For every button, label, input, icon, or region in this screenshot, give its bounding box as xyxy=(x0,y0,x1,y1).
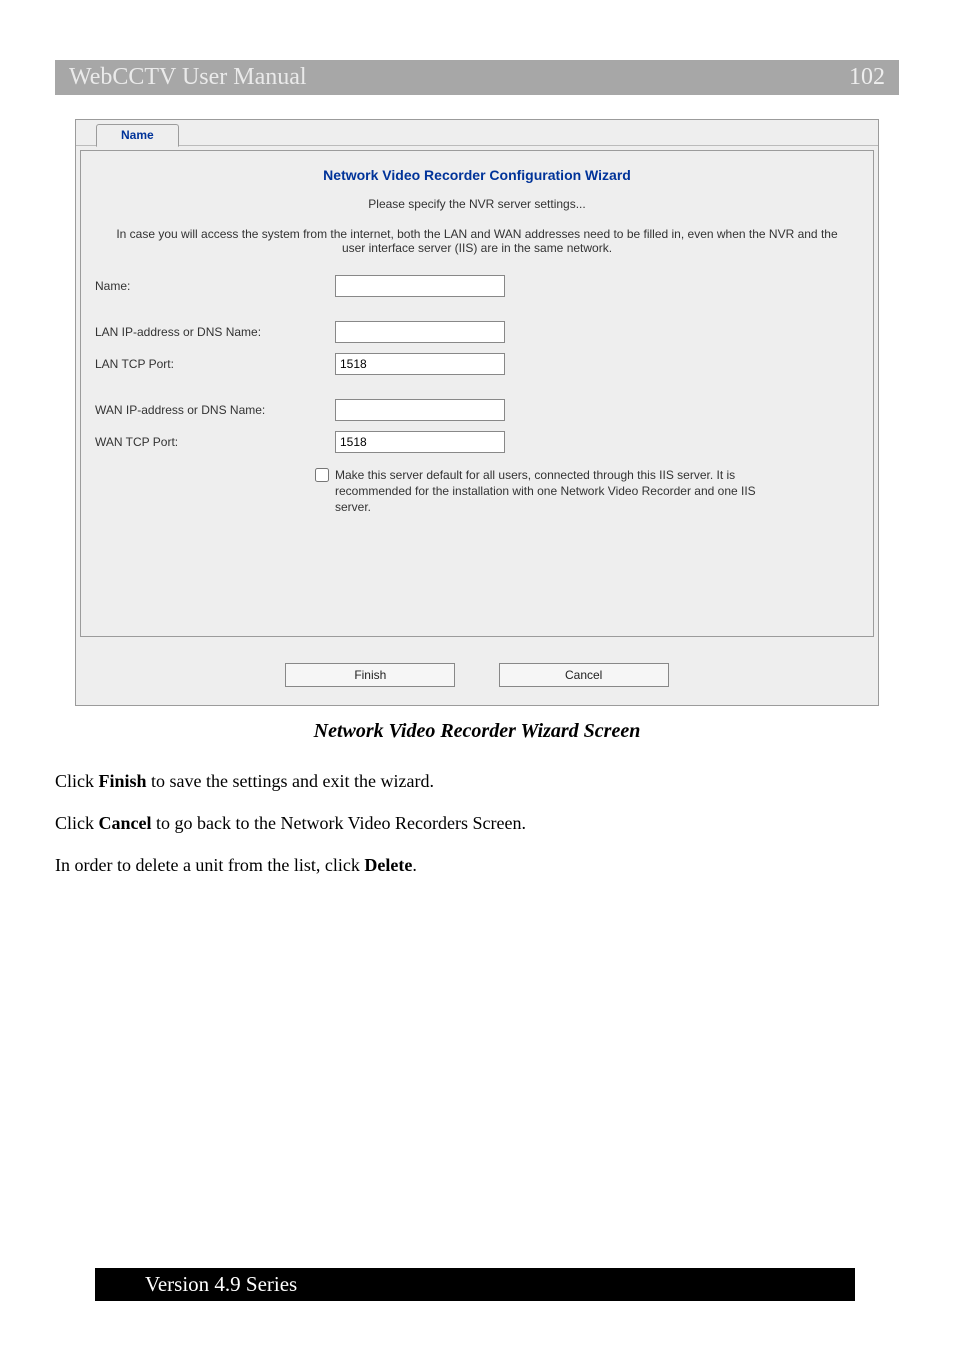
document-page: WebCCTV User Manual 102 Name Network Vid… xyxy=(0,0,954,1351)
label-lan-port: LAN TCP Port: xyxy=(95,357,335,371)
finish-button-label: Finish xyxy=(354,668,386,682)
tab-name[interactable]: Name xyxy=(96,124,179,147)
footer-text: Version 4.9 Series xyxy=(95,1268,855,1301)
default-server-checkbox[interactable] xyxy=(315,468,329,482)
cancel-button-label: Cancel xyxy=(565,668,602,682)
spacer xyxy=(95,385,859,399)
wizard-screenshot: Name Network Video Recorder Configuratio… xyxy=(75,119,879,706)
row-name: Name: xyxy=(95,275,859,297)
paragraph-cancel: Click Cancel to go back to the Network V… xyxy=(55,811,899,835)
text: . xyxy=(412,855,417,875)
label-wan-ip: WAN IP-address or DNS Name: xyxy=(95,403,335,417)
header-title: WebCCTV User Manual xyxy=(69,64,307,91)
row-wan-port: WAN TCP Port: xyxy=(95,431,859,453)
wizard-title: Network Video Recorder Configuration Wiz… xyxy=(95,167,859,183)
finish-button[interactable]: Finish xyxy=(285,663,455,687)
cancel-button[interactable]: Cancel xyxy=(499,663,669,687)
spacer xyxy=(95,307,859,321)
text: Click xyxy=(55,771,99,791)
input-name[interactable] xyxy=(335,275,505,297)
default-server-label: Make this server default for all users, … xyxy=(335,467,785,516)
input-lan-ip[interactable] xyxy=(335,321,505,343)
input-wan-port[interactable] xyxy=(335,431,505,453)
page-header-bar: WebCCTV User Manual 102 xyxy=(55,60,899,95)
bold-finish: Finish xyxy=(99,771,147,791)
page-number: 102 xyxy=(849,64,885,91)
input-wan-ip[interactable] xyxy=(335,399,505,421)
paragraph-delete: In order to delete a unit from the list,… xyxy=(55,853,899,877)
page-footer: Version 4.9 Series xyxy=(55,1268,899,1301)
row-lan-port: LAN TCP Port: xyxy=(95,353,859,375)
wizard-subtitle: Please specify the NVR server settings..… xyxy=(95,197,859,211)
wizard-note: In case you will access the system from … xyxy=(114,227,840,255)
row-lan-ip: LAN IP-address or DNS Name: xyxy=(95,321,859,343)
text: Click xyxy=(55,813,99,833)
bold-delete: Delete xyxy=(364,855,412,875)
label-lan-ip: LAN IP-address or DNS Name: xyxy=(95,325,335,339)
row-wan-ip: WAN IP-address or DNS Name: xyxy=(95,399,859,421)
button-bar: Finish Cancel xyxy=(76,641,878,705)
figure-caption: Network Video Recorder Wizard Screen xyxy=(55,720,899,743)
text: In order to delete a unit from the list,… xyxy=(55,855,364,875)
label-name: Name: xyxy=(95,279,335,293)
checkbox-col xyxy=(95,467,335,516)
label-wan-port: WAN TCP Port: xyxy=(95,435,335,449)
bold-cancel: Cancel xyxy=(99,813,152,833)
paragraph-finish: Click Finish to save the settings and ex… xyxy=(55,769,899,793)
input-lan-port[interactable] xyxy=(335,353,505,375)
tab-row: Name xyxy=(76,120,878,146)
wizard-body: Network Video Recorder Configuration Wiz… xyxy=(80,150,874,637)
row-default-checkbox: Make this server default for all users, … xyxy=(95,467,859,516)
text: to go back to the Network Video Recorder… xyxy=(152,813,526,833)
text: to save the settings and exit the wizard… xyxy=(147,771,434,791)
tab-name-label: Name xyxy=(121,128,154,142)
